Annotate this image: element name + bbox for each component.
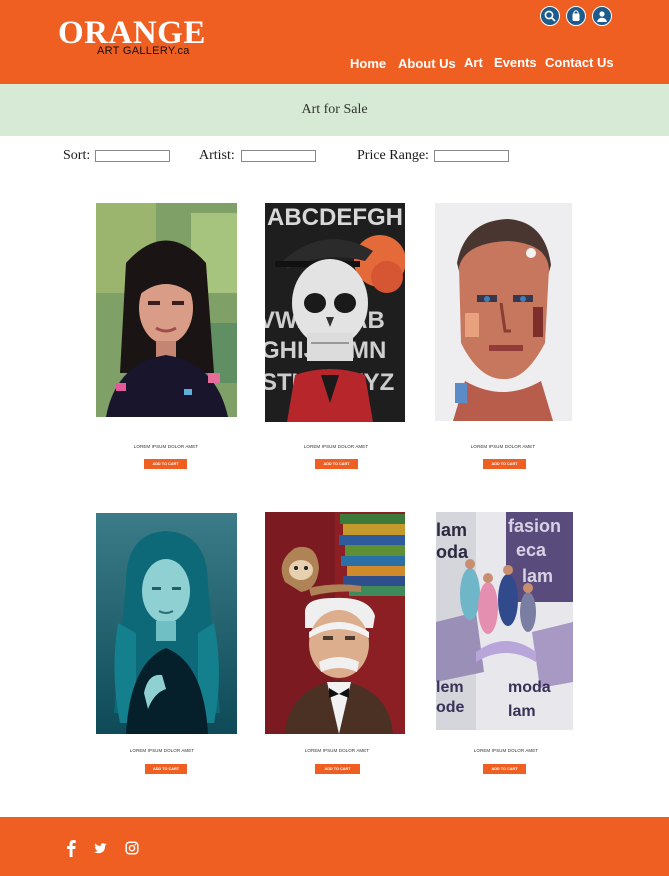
nav-contact-us[interactable]: Contact Us xyxy=(545,55,614,71)
user-icon[interactable] xyxy=(592,6,612,26)
page-title-bar: Art for Sale xyxy=(0,84,669,136)
artwork-image-man-portrait[interactable] xyxy=(435,203,572,421)
svg-text:eca: eca xyxy=(516,540,547,560)
svg-text:lem: lem xyxy=(436,679,464,696)
svg-text:oda: oda xyxy=(436,542,469,562)
svg-text:moda: moda xyxy=(508,679,551,696)
site-header: ORANGE ART GALLERY.ca Home About Us Art … xyxy=(0,0,669,84)
product-caption: LOREM IPSUM DOLOR AMET xyxy=(473,748,539,753)
nav-about-us[interactable]: About Us xyxy=(398,56,456,72)
price-range-label: Price Range: xyxy=(357,148,429,163)
sort-label: Sort: xyxy=(63,148,91,163)
artwork-image-fashion-collage[interactable]: lam oda fasion eca lam lem ode moda lam xyxy=(436,512,573,730)
add-to-cart-button[interactable]: ADD TO CART xyxy=(145,764,187,774)
page-title: Art for Sale xyxy=(301,102,368,117)
artist-input[interactable] xyxy=(241,150,316,162)
nav-events[interactable]: Events xyxy=(494,55,537,71)
sort-input[interactable] xyxy=(95,150,170,162)
nav-home[interactable]: Home xyxy=(350,56,386,72)
add-to-cart-button[interactable]: ADD TO CART xyxy=(483,459,526,469)
nav-art[interactable]: Art xyxy=(464,55,483,71)
svg-text:lam: lam xyxy=(508,703,536,720)
product-caption: LOREM IPSUM DOLOR AMET xyxy=(133,444,199,449)
artist-label: Artist: xyxy=(199,148,235,163)
product-caption: LOREM IPSUM DOLOR AMET xyxy=(303,444,369,449)
add-to-cart-button[interactable]: ADD TO CART xyxy=(144,459,187,469)
twitter-icon[interactable] xyxy=(92,839,112,857)
logo-tagline: ART GALLERY.ca xyxy=(97,45,190,57)
artwork-image-woman-teal[interactable] xyxy=(96,513,237,734)
add-to-cart-button[interactable]: ADD TO CART xyxy=(483,764,526,774)
artwork-image-skull[interactable]: ABCDEFGH VWXYZ AB GHIJKLMN STUVWXYZ xyxy=(265,203,405,422)
product-caption: LOREM IPSUM DOLOR AMET xyxy=(304,748,370,753)
svg-text:fasion: fasion xyxy=(508,516,561,536)
instagram-icon[interactable] xyxy=(124,839,140,857)
shopping-bag-icon[interactable] xyxy=(566,6,586,26)
search-icon[interactable] xyxy=(540,6,560,26)
svg-text:lam: lam xyxy=(522,566,553,586)
product-caption: LOREM IPSUM DOLOR AMET xyxy=(129,748,195,753)
facebook-icon[interactable] xyxy=(62,839,80,857)
price-range-input[interactable] xyxy=(434,150,509,162)
svg-text:ABCDEFGH: ABCDEFGH xyxy=(267,204,403,231)
svg-text:ode: ode xyxy=(436,699,465,716)
svg-text:lam: lam xyxy=(436,520,467,540)
add-to-cart-button[interactable]: ADD TO CART xyxy=(315,764,360,774)
add-to-cart-button[interactable]: ADD TO CART xyxy=(315,459,358,469)
artwork-image-girl-portrait[interactable] xyxy=(96,203,237,417)
product-caption: LOREM IPSUM DOLOR AMET xyxy=(470,444,536,449)
artwork-image-monkey-writer[interactable] xyxy=(265,512,405,734)
